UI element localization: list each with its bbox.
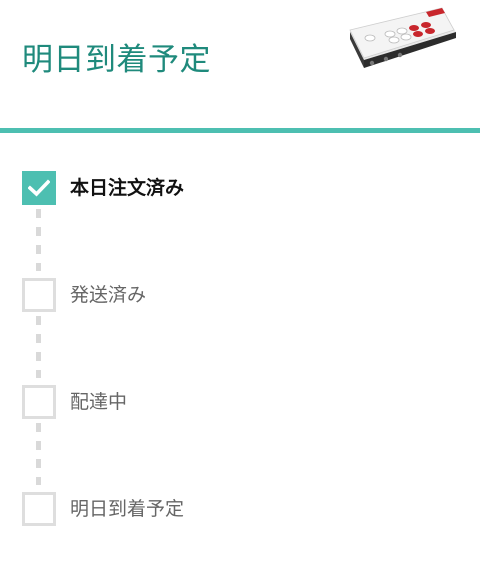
step-label: 配達中: [70, 391, 128, 413]
timeline-step-shipped: 発送済み: [22, 278, 462, 312]
empty-checkbox: [22, 492, 56, 526]
completed-checkbox: [22, 171, 56, 205]
delivery-estimate-title: 明日到着予定: [22, 42, 211, 78]
step-label: 発送済み: [70, 284, 147, 306]
arcade-controller-image: [349, 7, 456, 68]
order-status-header: 明日到着予定: [0, 0, 480, 128]
empty-checkbox: [22, 385, 56, 419]
timeline-step-out-for-delivery: 配達中: [22, 385, 462, 419]
delivery-progress-timeline: 本日注文済み 発送済み 配達中 明日到着予定: [0, 133, 480, 562]
empty-checkbox: [22, 278, 56, 312]
timeline-step-ordered: 本日注文済み: [22, 171, 462, 205]
timeline-connector: [36, 423, 41, 485]
step-label: 明日到着予定: [70, 498, 185, 520]
check-icon: [28, 179, 50, 197]
step-label: 本日注文済み: [70, 177, 185, 199]
timeline-connector: [36, 209, 41, 271]
timeline-step-arriving: 明日到着予定: [22, 492, 462, 526]
timeline-connector: [36, 316, 41, 378]
